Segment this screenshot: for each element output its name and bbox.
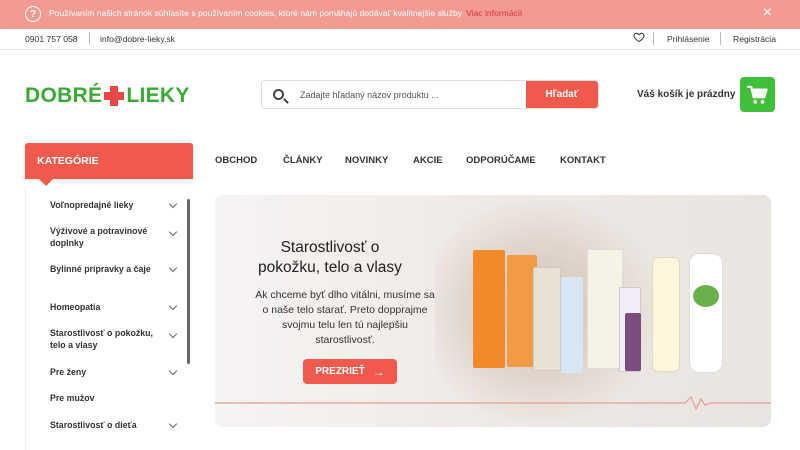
email-link[interactable]: info@dobre-lieky.sk	[100, 34, 175, 44]
product-image	[587, 249, 623, 369]
question-circle-icon: ?	[25, 6, 41, 22]
heartbeat-line	[215, 395, 771, 411]
banner-text: Ak chceme byť dlho vitálni, musíme sa o …	[255, 289, 435, 346]
arrow-right-icon: →	[372, 364, 385, 379]
nav-news[interactable]: NOVINKY	[345, 155, 388, 166]
search-icon	[273, 89, 284, 100]
cookie-text: Používaním našich stránok súhlasíte s po…	[49, 8, 522, 18]
register-link[interactable]: Registrácia	[733, 34, 776, 44]
divider	[720, 32, 721, 45]
top-info-bar: 0901 757 058 info@dobre-lieky.sk Prihlás…	[0, 29, 800, 50]
cookie-more-info-link[interactable]: Viac informácií	[466, 8, 522, 18]
pharmacy-cross-icon	[103, 85, 125, 107]
product-image	[625, 313, 641, 371]
category-label: Výživové a potravinové doplnky	[50, 226, 148, 248]
cart-status[interactable]: Váš košík je prázdny	[637, 89, 735, 100]
heart-icon[interactable]	[633, 31, 645, 46]
nav-recommended[interactable]: ODPORÚČAME	[466, 155, 536, 166]
nav-sale[interactable]: AKCIE	[413, 155, 443, 166]
nav-shop[interactable]: OBCHOD	[215, 155, 257, 166]
product-image	[689, 253, 723, 373]
product-image	[533, 267, 561, 371]
login-link[interactable]: Prihlásenie	[667, 34, 710, 44]
close-icon[interactable]: ×	[763, 5, 772, 21]
logo-text-right: LIEKY	[126, 84, 190, 107]
site-logo[interactable]: DOBRÉ LIEKY	[25, 84, 190, 107]
category-label: Starostlivosť o pokožku, telo a vlasy	[50, 328, 153, 350]
cookie-message: Používaním našich stránok súhlasíte s po…	[49, 8, 463, 18]
product-image	[561, 277, 583, 373]
category-label: Bylinné prípravky a čaje	[50, 264, 151, 274]
banner-cta-button[interactable]: PREZRIEŤ →	[303, 359, 397, 384]
cookie-bar: ? Používaním našich stránok súhlasíte s …	[0, 0, 800, 29]
shopping-cart-icon	[746, 85, 768, 104]
category-label: Homeopatia	[50, 302, 101, 312]
category-label: Voľnopredajné lieky	[50, 200, 134, 210]
banner-title: Starostlivosť o pokožku, telo a vlasy	[258, 239, 402, 276]
search-bar: Hľadať	[261, 80, 599, 109]
product-image	[652, 257, 680, 372]
search-input[interactable]	[300, 81, 525, 108]
cannabis-leaf-icon	[693, 285, 719, 307]
category-label: Pre ženy	[50, 367, 87, 377]
divider	[89, 32, 90, 45]
categories-header: KATEGÓRIE	[25, 143, 193, 186]
categories-scrollbar[interactable]	[187, 199, 190, 364]
nav-articles[interactable]: ČLÁNKY	[283, 155, 323, 166]
phone-number[interactable]: 0901 757 058	[25, 34, 78, 44]
logo-text-left: DOBRÉ	[25, 84, 103, 107]
banner-cta-label: PREZRIEŤ	[315, 366, 365, 377]
divider	[653, 32, 654, 45]
cart-button[interactable]	[740, 77, 775, 112]
category-label: Starostlivosť o dieťa	[50, 420, 137, 430]
category-label: Pre mužov	[50, 393, 95, 403]
product-image	[473, 250, 505, 368]
search-button[interactable]: Hľadať	[526, 81, 598, 108]
hero-banner[interactable]: Starostlivosť o pokožku, telo a vlasy Ak…	[215, 195, 771, 427]
nav-contact[interactable]: KONTAKT	[560, 155, 606, 166]
